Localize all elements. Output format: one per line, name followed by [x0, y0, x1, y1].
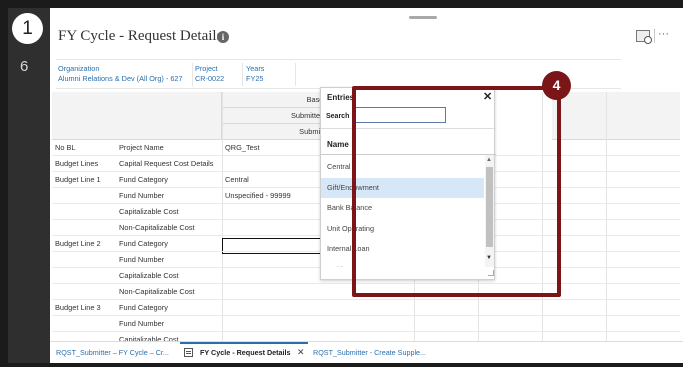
grid-corner — [52, 92, 222, 140]
pov-years[interactable]: Years FY25 — [246, 64, 264, 84]
tab-bar: RQST_Submitter – FY Cycle – Cr... FY Cyc… — [50, 341, 683, 363]
row-label: Fund Number — [119, 255, 165, 264]
close-icon[interactable]: ✕ — [297, 347, 305, 358]
row-label: Capitalizable Cost — [119, 207, 179, 216]
row-label: Capital Request Cost Details — [119, 159, 214, 168]
info-icon[interactable]: i — [217, 31, 229, 43]
next-step-number: 6 — [20, 58, 29, 75]
col-header-extra — [552, 92, 680, 140]
current-step-badge: 1 — [12, 13, 43, 44]
row-group-label: Budget Lines — [55, 159, 99, 168]
ellipsis-icon[interactable]: ··· — [654, 29, 672, 43]
pov-project[interactable]: Project CR-0022 — [195, 64, 224, 84]
callout-badge: 4 — [542, 71, 571, 100]
row-group-label: Budget Line 2 — [55, 239, 101, 248]
step-rail: 1 6 — [8, 8, 50, 363]
popup-title: Entries — [327, 93, 355, 102]
row-group-label: Budget Line 3 — [55, 303, 101, 312]
row-label: Project Name — [119, 143, 164, 152]
callout-highlight — [352, 86, 561, 297]
pov-bar: Organization Alumni Relations & Dev (All … — [56, 59, 621, 89]
search-label: Search — [326, 113, 350, 120]
row-label: Fund Number — [119, 191, 165, 200]
row-label: Fund Category — [119, 239, 168, 248]
row-label: Non-Capitalizable Cost — [119, 223, 195, 232]
page-title: FY Cycle - Request Details — [58, 28, 223, 44]
row-group-label: No BL — [55, 143, 76, 152]
magnify-grid-icon[interactable] — [636, 30, 652, 44]
form-icon — [184, 348, 193, 357]
row-label: Capitalizable Cost — [119, 271, 179, 280]
tab-fy-cycle-request-details[interactable]: FY Cycle - Request Details — [200, 348, 291, 357]
tab-rqst-submitter-create-supple[interactable]: RQST_Submitter - Create Supple... — [313, 348, 426, 357]
row-group-label: Budget Line 1 — [55, 175, 101, 184]
row-label: Non-Capitalizable Cost — [119, 287, 195, 296]
row-label: Fund Category — [119, 303, 168, 312]
pov-organization[interactable]: Organization Alumni Relations & Dev (All … — [58, 64, 183, 84]
row-label: Fund Category — [119, 175, 168, 184]
column-header-name: Name — [327, 140, 349, 149]
drag-handle[interactable] — [409, 16, 437, 19]
tab-rqst-submitter-fy-cycle[interactable]: RQST_Submitter – FY Cycle – Cr... — [56, 348, 169, 357]
row-label: Fund Number — [119, 319, 165, 328]
